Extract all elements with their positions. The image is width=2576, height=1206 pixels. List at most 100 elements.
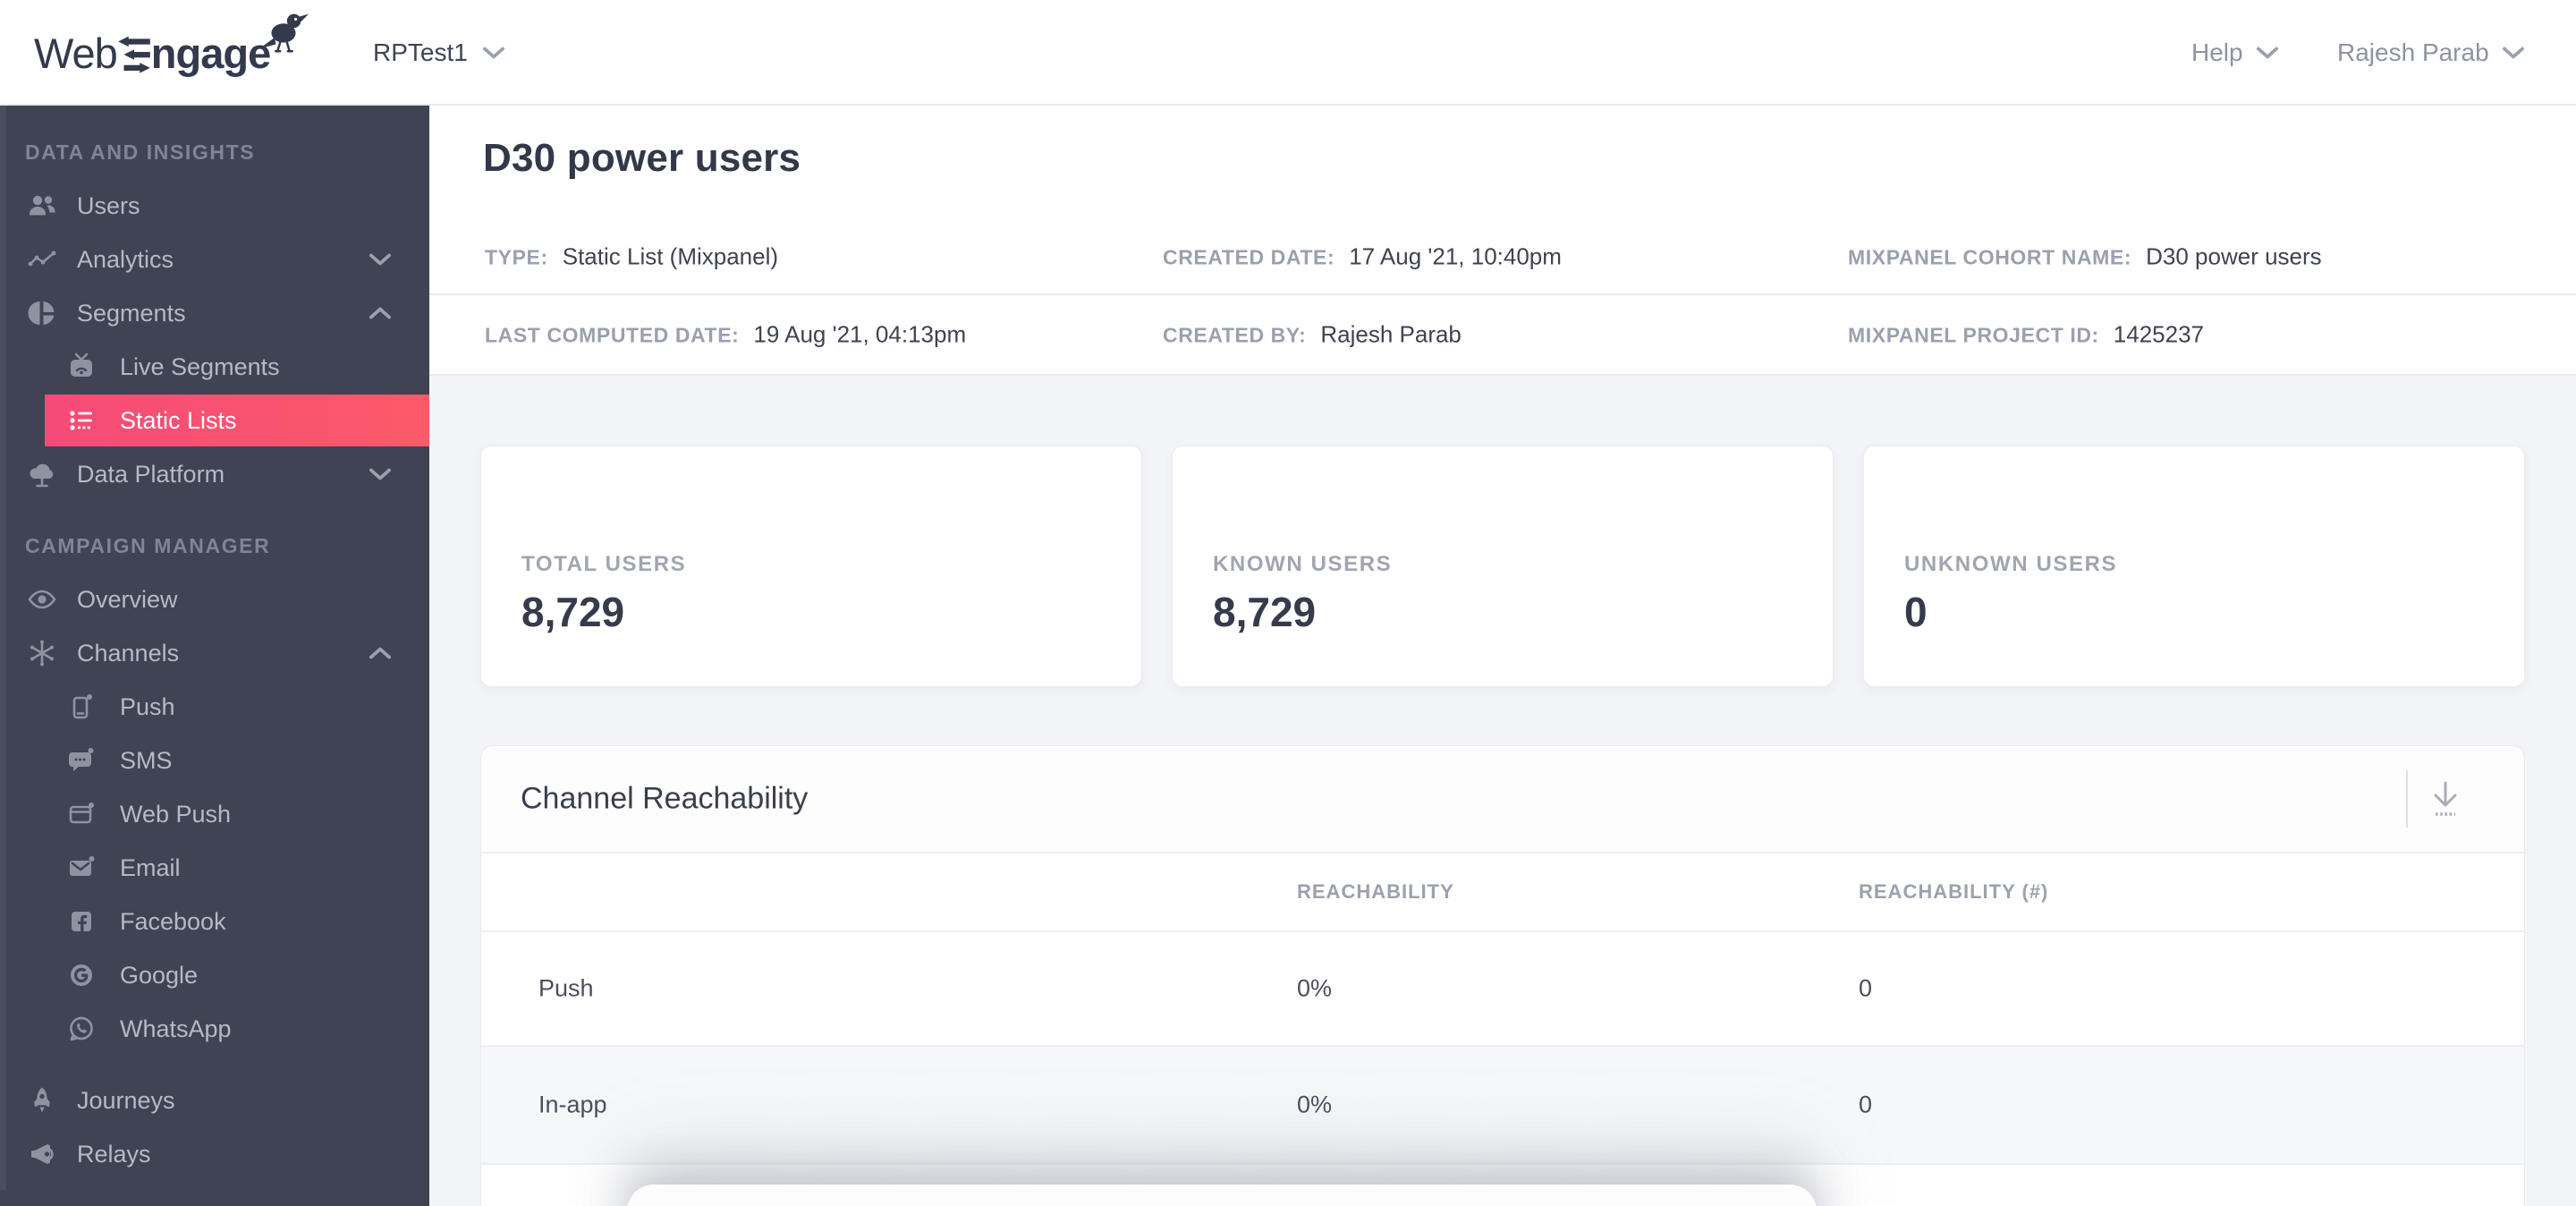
metadata-value: 17 Aug '21, 10:40pm [1349, 242, 1562, 269]
metadata-value: Static List (Mixpanel) [562, 242, 779, 269]
chevron-down-icon [2256, 47, 2278, 59]
table-header-row: REACHABILITY REACHABILITY (#) [481, 854, 2524, 932]
live-segments-icon [64, 350, 98, 384]
metadata-created-date: CREATED DATE: 17 Aug '21, 10:40pm [1163, 242, 1562, 270]
sidebar-item-static-lists[interactable]: Static Lists [45, 395, 429, 446]
push-phone-icon [64, 690, 98, 724]
sidebar-item-users[interactable]: Users [0, 179, 429, 233]
logo-text-web: Web [34, 29, 118, 77]
help-menu[interactable]: Help [2191, 0, 2279, 106]
overview-eye-icon [25, 582, 59, 616]
whatsapp-icon [64, 1012, 98, 1046]
user-menu[interactable]: Rajesh Parab [2337, 0, 2525, 106]
metadata-label: LAST COMPUTED DATE: [485, 323, 740, 347]
header-divider [2406, 770, 2408, 828]
sidebar-item-channels[interactable]: Channels [0, 626, 429, 680]
sidebar-item-label: Static Lists [120, 406, 237, 434]
main-content: D30 power users TYPE: Static List (Mixpa… [429, 106, 2576, 1206]
card-label: UNKNOWN USERS [1904, 552, 2118, 576]
sidebar-item-google[interactable]: Google [0, 948, 429, 1002]
sidebar-item-whatsapp[interactable]: WhatsApp [0, 1002, 429, 1056]
logo-e-arrows-icon [117, 36, 150, 73]
chevron-down-icon [2502, 47, 2524, 59]
download-button[interactable] [2424, 776, 2467, 822]
table-row-push: Push 0% 0 [481, 932, 2524, 1047]
metadata-value: D30 power users [2146, 242, 2322, 269]
sidebar-item-web-push[interactable]: Web Push [0, 787, 429, 841]
metadata-mixpanel-project-id: MIXPANEL PROJECT ID: 1425237 [1848, 321, 2204, 349]
sidebar-item-label: Relays [77, 1140, 151, 1168]
metadata-value: 1425237 [2113, 320, 2205, 348]
metadata-label: CREATED BY: [1163, 323, 1307, 347]
card-value: 8,729 [1213, 589, 1317, 635]
unknown-users-card: UNKNOWN USERS 0 [1863, 446, 2525, 687]
facebook-icon [64, 904, 98, 938]
channel-reachability-panel: Channel Reachability REACHABILITY REACHA… [480, 745, 2525, 1206]
data-platform-icon [25, 457, 59, 491]
metadata-mixpanel-cohort-name: MIXPANEL COHORT NAME: D30 power users [1848, 242, 2322, 270]
sidebar-item-sms[interactable]: SMS [0, 734, 429, 787]
metadata-row-2: LAST COMPUTED DATE: 19 Aug '21, 04:13pm … [429, 295, 2576, 376]
sidebar-item-overview[interactable]: Overview [0, 573, 429, 626]
sidebar-item-label: WhatsApp [120, 1015, 232, 1042]
sidebar-item-label: Google [120, 961, 199, 989]
webengage-logo[interactable]: Web ngage [34, 13, 309, 84]
cell-reachability: 0% [1297, 1091, 1333, 1118]
stat-cards: TOTAL USERS 8,729 KNOWN USERS 8,729 UNKN… [480, 446, 2525, 687]
segments-icon [25, 296, 59, 330]
sidebar-item-live-segments[interactable]: Live Segments [0, 340, 429, 394]
sidebar-item-label: SMS [120, 746, 173, 774]
column-header-reachability-count: REACHABILITY (#) [1859, 880, 2049, 903]
topbar: Web ngage RPTest1 Help Rajesh Parab [0, 0, 2576, 106]
sidebar-item-label: Journeys [77, 1086, 175, 1114]
sidebar-item-label: Email [120, 854, 181, 881]
card-label: KNOWN USERS [1213, 552, 1393, 576]
sidebar-item-journeys[interactable]: Journeys [0, 1074, 429, 1127]
web-push-icon [64, 797, 98, 831]
sidebar-item-email[interactable]: Email [0, 841, 429, 895]
journeys-rocket-icon [25, 1083, 59, 1117]
chevron-down-icon [482, 47, 504, 59]
card-value: 0 [1904, 589, 1928, 635]
logo-text-engage: ngage [150, 29, 271, 77]
chevron-down-icon [369, 468, 392, 480]
sidebar-item-label: Live Segments [120, 352, 280, 380]
help-label: Help [2191, 38, 2243, 66]
metadata-label: MIXPANEL PROJECT ID: [1848, 323, 2099, 347]
metadata-last-computed-date: LAST COMPUTED DATE: 19 Aug '21, 04:13pm [485, 321, 966, 349]
table-row-in-app: In-app 0% 0 [481, 1047, 2524, 1165]
sidebar-item-label: Data Platform [77, 460, 225, 488]
download-icon [2434, 781, 2457, 816]
metadata-type: TYPE: Static List (Mixpanel) [485, 242, 778, 270]
sidebar-section-campaign-manager: CAMPAIGN MANAGER [25, 533, 271, 557]
known-users-card: KNOWN USERS 8,729 [1172, 446, 1834, 687]
analytics-icon [25, 242, 59, 276]
google-icon [64, 958, 98, 992]
sidebar-item-segments[interactable]: Segments [0, 286, 429, 340]
sidebar-item-label: Web Push [120, 800, 232, 828]
metadata-row-1: TYPE: Static List (Mixpanel) CREATED DAT… [429, 219, 2576, 295]
sidebar-item-analytics[interactable]: Analytics [0, 233, 429, 286]
sidebar-item-relays[interactable]: Relays [0, 1127, 429, 1181]
sidebar-item-data-platform[interactable]: Data Platform [0, 447, 429, 501]
sidebar-item-label: Facebook [120, 907, 226, 935]
sidebar-item-label: Overview [77, 585, 178, 613]
project-selector[interactable]: RPTest1 [373, 0, 505, 106]
sidebar-item-label: Push [120, 692, 175, 720]
logo-wordmark: Web ngage [34, 29, 271, 78]
metadata-value: Rajesh Parab [1320, 320, 1462, 348]
cell-channel: Push [538, 974, 594, 1002]
sidebar-item-label: Channels [77, 639, 180, 667]
sidebar-item-facebook[interactable]: Facebook [0, 895, 429, 948]
metadata-created-by: CREATED BY: Rajesh Parab [1163, 321, 1462, 349]
metadata-label: MIXPANEL COHORT NAME: [1848, 245, 2132, 268]
sidebar-section-data-and-insights: DATA AND INSIGHTS [25, 140, 256, 164]
channels-icon [25, 636, 59, 670]
cell-reachability: 0% [1297, 974, 1333, 1002]
cell-reachability-count: 0 [1859, 1091, 1873, 1118]
sidebar-item-label: Segments [77, 299, 186, 327]
metadata-label: TYPE: [485, 245, 548, 268]
relays-megaphone-icon [25, 1137, 59, 1171]
sidebar-item-push[interactable]: Push [0, 680, 429, 734]
sidebar-item-label: Analytics [77, 245, 174, 273]
